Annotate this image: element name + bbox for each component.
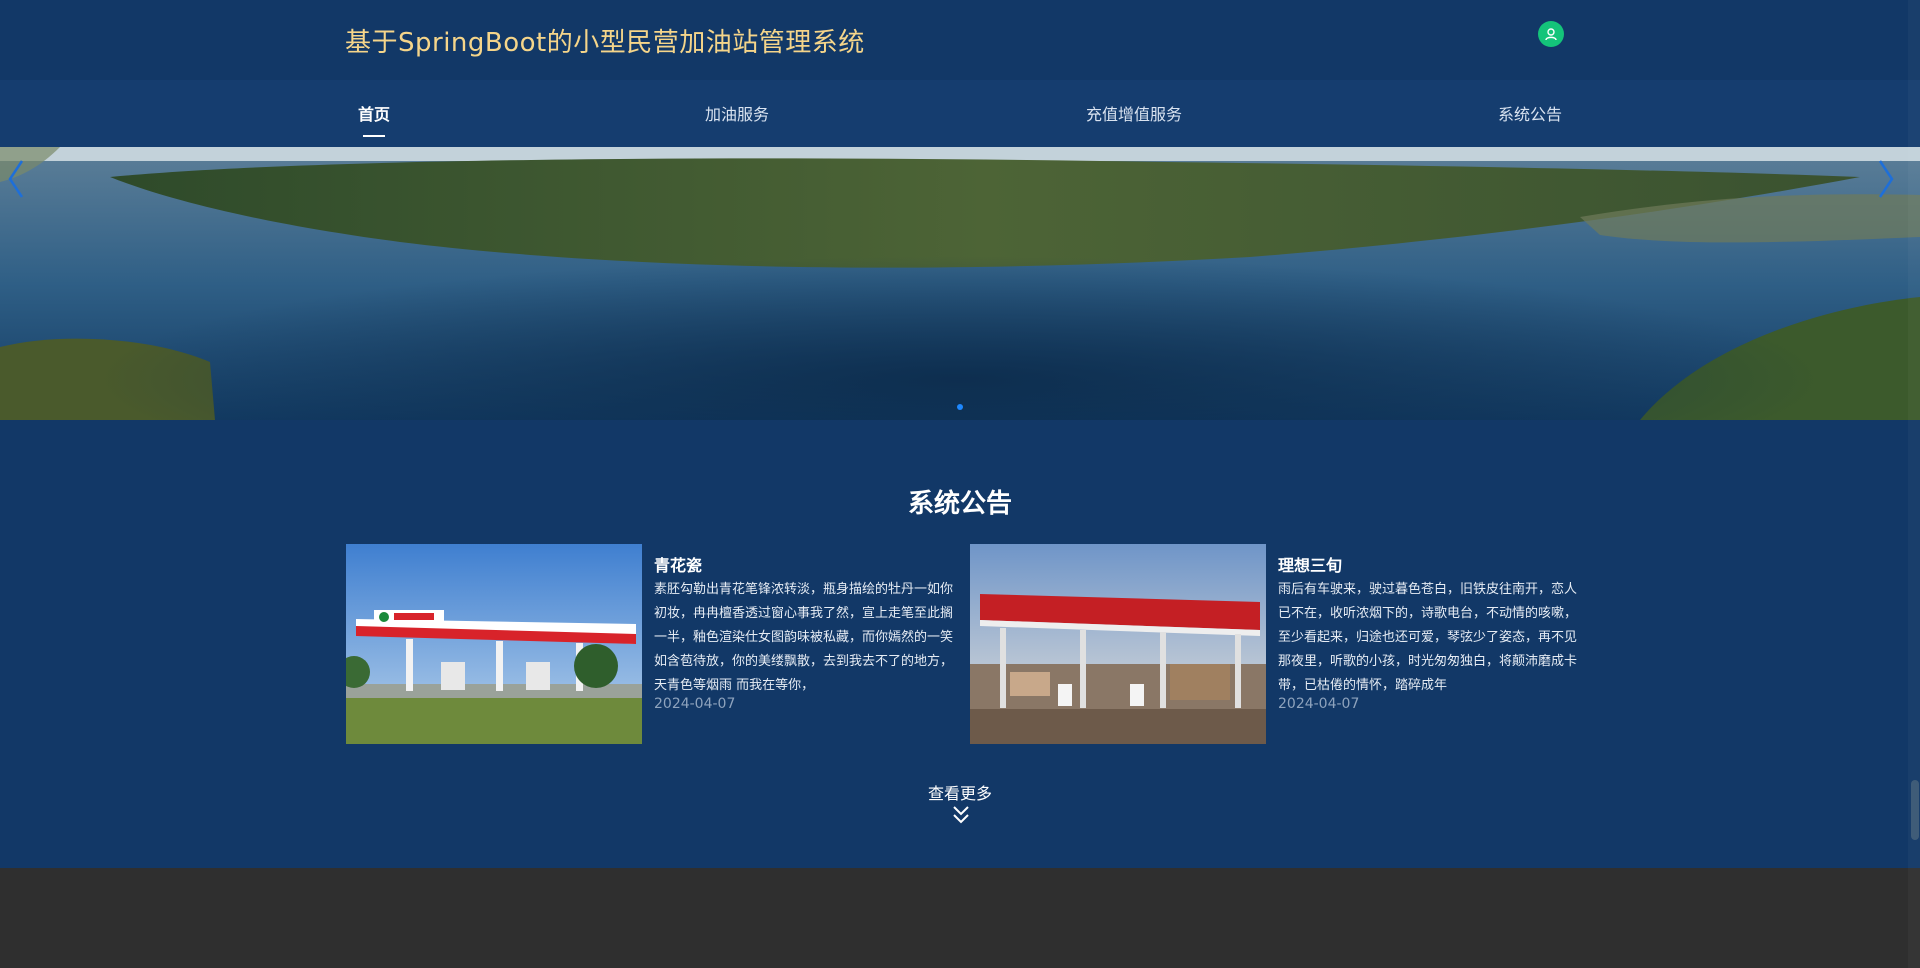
nav-item-recharge-service[interactable]: 充值增值服务: [1086, 101, 1182, 125]
main-nav: 首页 加油服务 充值增值服务 系统公告: [0, 80, 1920, 147]
announcement-image: [970, 544, 1266, 744]
announcements-section: 系统公告 青花瓷 素胚勾勒出青花笔锋浓转淡，瓶身描绘的牡丹一如你初妆，冉冉檀香透…: [0, 420, 1920, 868]
announcement-title: 青花瓷: [654, 556, 703, 575]
nav-item-fuel-service[interactable]: 加油服务: [705, 101, 769, 125]
header: 基于SpringBoot的小型民营加油站管理系统: [0, 0, 1920, 80]
announcement-excerpt: 雨后有车驶来，驶过暮色苍白，旧铁皮往南开，恋人已不在，收听浓烟下的，诗歌电台，不…: [1278, 582, 1578, 693]
scrollbar-thumb[interactable]: [1911, 780, 1919, 840]
user-button[interactable]: [1538, 21, 1564, 47]
user-icon: [1545, 28, 1557, 41]
site-title: 基于SpringBoot的小型民营加油站管理系统: [345, 28, 865, 58]
carousel-indicator-dot[interactable]: [957, 404, 963, 410]
carousel-prev-button[interactable]: [6, 159, 42, 205]
footer: [0, 868, 1920, 968]
announcement-title: 理想三旬: [1278, 556, 1343, 575]
chevron-right-icon: [1878, 160, 1894, 198]
announcement-date: 2024-04-07: [1278, 696, 1360, 712]
announcement-excerpt: 素胚勾勒出青花笔锋浓转淡，瓶身描绘的牡丹一如你初妆，冉冉檀香透过窗心事我了然，宣…: [654, 582, 954, 693]
view-more-link[interactable]: 查看更多: [0, 780, 1920, 804]
nav-item-home[interactable]: 首页: [358, 101, 390, 125]
section-title: 系统公告: [907, 489, 1012, 519]
announcement-image: [346, 544, 642, 744]
announcement-card[interactable]: 理想三旬 雨后有车驶来，驶过暮色苍白，旧铁皮往南开，恋人已不在，收听浓烟下的，诗…: [970, 544, 1585, 744]
banner-image: [0, 147, 1920, 420]
double-chevron-down-icon[interactable]: [950, 804, 972, 826]
banner-carousel[interactable]: [0, 147, 1920, 420]
carousel-next-button[interactable]: [1876, 159, 1912, 205]
chevron-left-icon: [8, 160, 24, 198]
announcement-date: 2024-04-07: [654, 696, 736, 712]
nav-item-announcements[interactable]: 系统公告: [1498, 101, 1562, 125]
announcement-card[interactable]: 青花瓷 素胚勾勒出青花笔锋浓转淡，瓶身描绘的牡丹一如你初妆，冉冉檀香透过窗心事我…: [346, 544, 961, 744]
